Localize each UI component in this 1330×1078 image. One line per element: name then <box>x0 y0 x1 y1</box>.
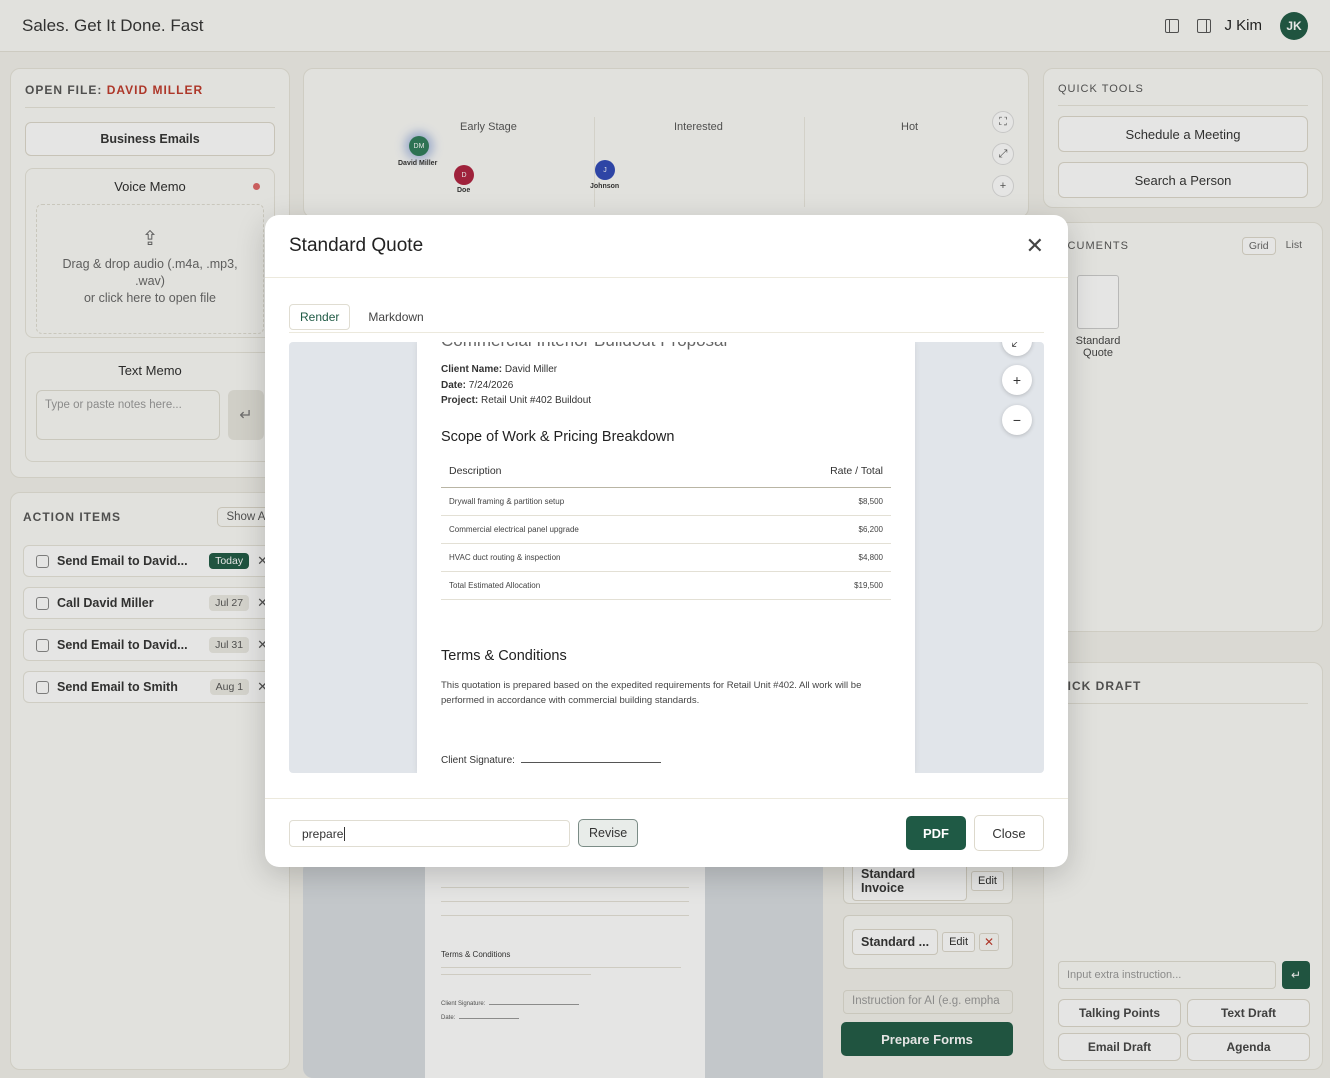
pricing-table: Description Rate / Total Drywall framing… <box>441 464 891 600</box>
table-row: Total Estimated Allocation $19,500 <box>441 571 891 600</box>
close-icon[interactable]: ✕ <box>1026 235 1044 257</box>
zoom-out-icon[interactable]: − <box>1002 405 1032 435</box>
fullscreen-icon[interactable]: ⤢ <box>1002 342 1032 356</box>
scope-heading: Scope of Work & Pricing Breakdown <box>441 428 675 445</box>
signature-line: Client Signature: <box>441 755 661 766</box>
tab-render[interactable]: Render <box>289 304 351 330</box>
table-header: Description <box>441 464 747 488</box>
pdf-button[interactable]: PDF <box>906 816 966 850</box>
document-viewer[interactable]: Commercial Interior Buildout Proposal Cl… <box>289 342 1044 773</box>
table-row: Drywall framing & partition setup $8,500 <box>441 487 891 516</box>
close-button[interactable]: Close <box>974 815 1044 851</box>
table-row: Commercial electrical panel upgrade $6,20… <box>441 515 891 544</box>
quote-meta: Client Name: David Miller Date: 7/24/202… <box>441 364 592 406</box>
standard-quote-modal: Standard Quote ✕ Render Markdown Commerc… <box>265 215 1068 867</box>
table-header: Rate / Total <box>746 464 891 488</box>
document-title: Commercial Interior Buildout Proposal <box>441 342 727 351</box>
revise-button[interactable]: Revise <box>578 819 639 847</box>
terms-text: This quotation is prepared based on the … <box>441 679 862 706</box>
modal-title: Standard Quote <box>289 235 424 256</box>
revise-input[interactable]: prepare <box>289 819 570 847</box>
tab-markdown[interactable]: Markdown <box>358 305 433 329</box>
table-row: HVAC duct routing & inspection $4,800 <box>441 543 891 572</box>
quote-page: Commercial Interior Buildout Proposal Cl… <box>417 342 915 773</box>
terms-heading: Terms & Conditions <box>441 647 567 664</box>
zoom-in-icon[interactable]: + <box>1002 365 1032 395</box>
